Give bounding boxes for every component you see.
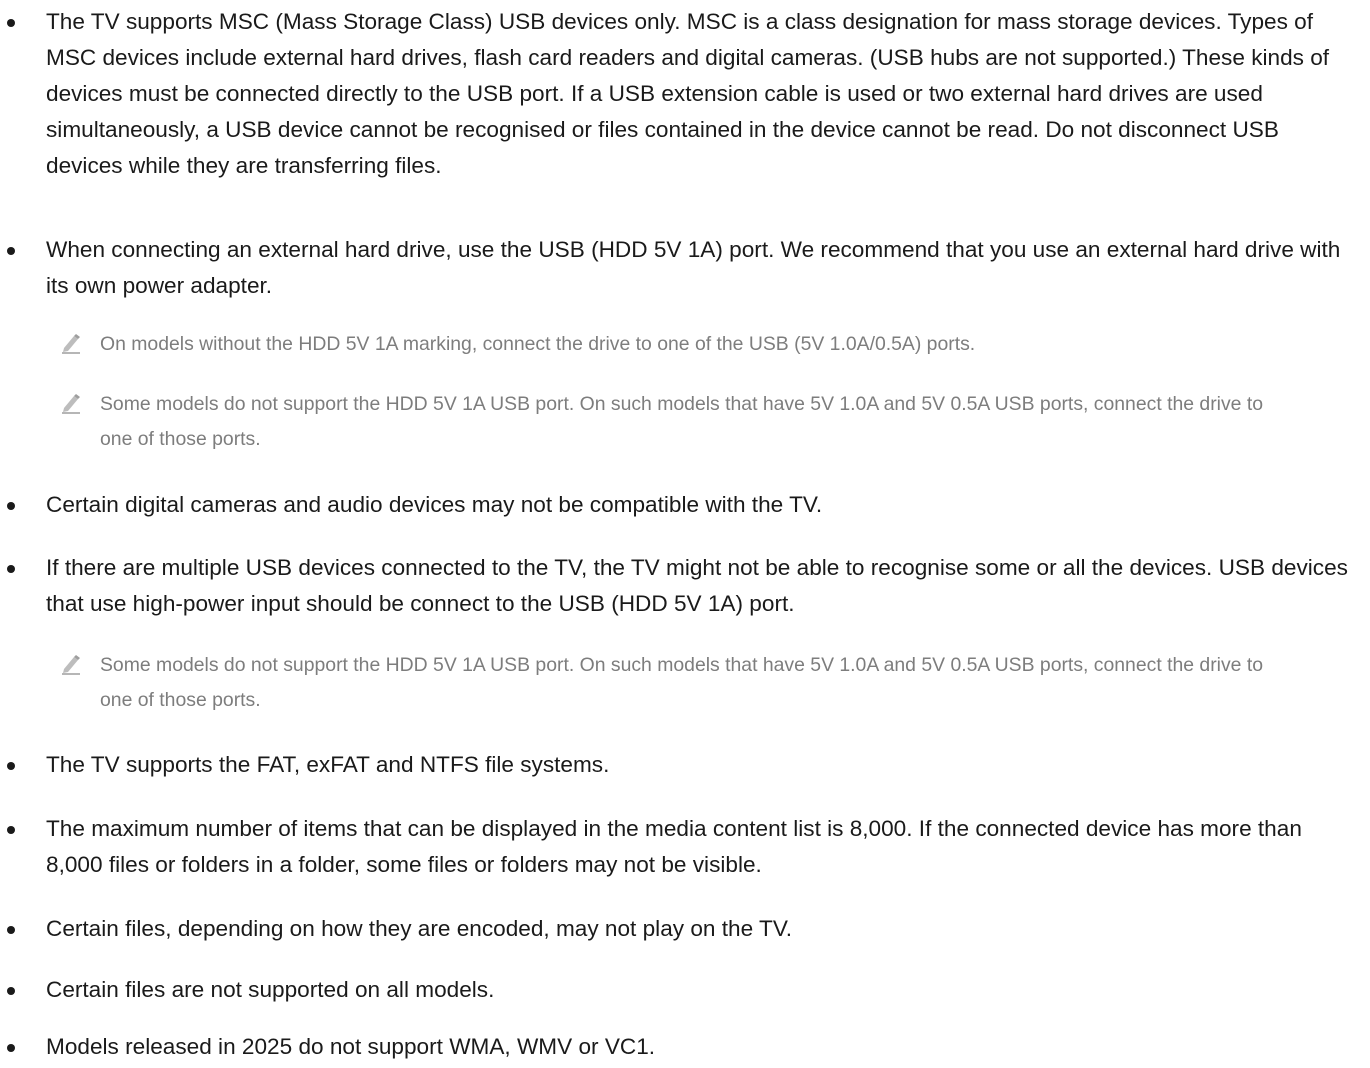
bullet-dot <box>7 1044 15 1052</box>
bullet-dot <box>7 19 15 27</box>
bullet-dot <box>7 826 15 834</box>
note-text: Some models do not support the HDD 5V 1A… <box>100 654 1264 711</box>
note-text: Some models do not support the HDD 5V 1A… <box>100 393 1264 450</box>
list-item-text: If there are multiple USB devices connec… <box>46 555 1348 616</box>
pencil-note-icon <box>60 332 82 354</box>
pencil-note-icon <box>60 653 82 675</box>
pencil-note-icon <box>60 392 82 414</box>
list-item-text: Certain digital cameras and audio device… <box>46 492 823 517</box>
list-item-text: The maximum number of items that can be … <box>46 816 1302 877</box>
list-item-text: Models released in 2025 do not support W… <box>46 1034 656 1059</box>
list-item-text: Certain files, depending on how they are… <box>46 916 793 941</box>
bullet-dot <box>7 762 15 770</box>
bullet-dot <box>7 987 15 995</box>
bullet-dot <box>7 502 15 510</box>
list-item-text: When connecting an external hard drive, … <box>46 237 1341 298</box>
list-item-text: The TV supports MSC (Mass Storage Class)… <box>46 9 1330 178</box>
list-item-text: Certain files are not supported on all m… <box>46 977 495 1002</box>
list-item-text: The TV supports the FAT, exFAT and NTFS … <box>46 752 610 777</box>
note-text: On models without the HDD 5V 1A marking,… <box>100 333 976 355</box>
bullet-dot <box>7 565 15 573</box>
bullet-dot <box>7 926 15 934</box>
bullet-dot <box>7 247 15 255</box>
